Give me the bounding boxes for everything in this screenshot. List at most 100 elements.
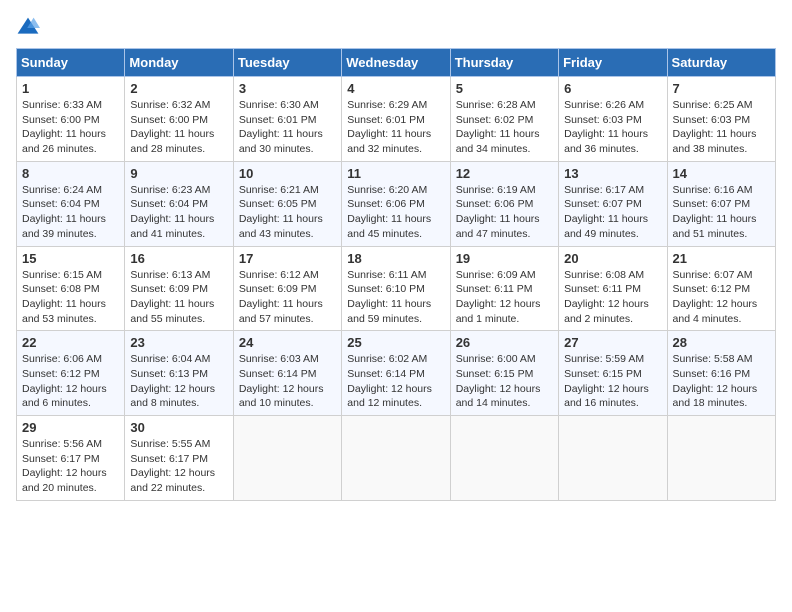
day-info: Sunrise: 6:29 AM Sunset: 6:01 PM Dayligh… <box>347 98 444 157</box>
calendar-week-row: 8 Sunrise: 6:24 AM Sunset: 6:04 PM Daylig… <box>17 161 776 246</box>
day-number: 27 <box>564 335 661 350</box>
calendar-cell: 8 Sunrise: 6:24 AM Sunset: 6:04 PM Daylig… <box>17 161 125 246</box>
day-number: 30 <box>130 420 227 435</box>
calendar-week-row: 22 Sunrise: 6:06 AM Sunset: 6:12 PM Dayli… <box>17 331 776 416</box>
calendar-cell: 21 Sunrise: 6:07 AM Sunset: 6:12 PM Dayli… <box>667 246 775 331</box>
day-number: 7 <box>673 81 770 96</box>
calendar-cell: 22 Sunrise: 6:06 AM Sunset: 6:12 PM Dayli… <box>17 331 125 416</box>
calendar-cell <box>342 416 450 501</box>
day-info: Sunrise: 6:19 AM Sunset: 6:06 PM Dayligh… <box>456 183 553 242</box>
day-number: 17 <box>239 251 336 266</box>
day-number: 1 <box>22 81 119 96</box>
calendar-cell: 28 Sunrise: 5:58 AM Sunset: 6:16 PM Dayli… <box>667 331 775 416</box>
page-header <box>16 16 776 40</box>
day-header-thursday: Thursday <box>450 49 558 77</box>
day-number: 28 <box>673 335 770 350</box>
day-info: Sunrise: 6:04 AM Sunset: 6:13 PM Dayligh… <box>130 352 227 411</box>
day-info: Sunrise: 6:09 AM Sunset: 6:11 PM Dayligh… <box>456 268 553 327</box>
day-info: Sunrise: 6:16 AM Sunset: 6:07 PM Dayligh… <box>673 183 770 242</box>
calendar-cell: 3 Sunrise: 6:30 AM Sunset: 6:01 PM Daylig… <box>233 77 341 162</box>
day-number: 2 <box>130 81 227 96</box>
calendar-cell: 2 Sunrise: 6:32 AM Sunset: 6:00 PM Daylig… <box>125 77 233 162</box>
calendar-cell: 19 Sunrise: 6:09 AM Sunset: 6:11 PM Dayli… <box>450 246 558 331</box>
calendar-cell: 20Sunrise: 6:08 AM Sunset: 6:11 PM Dayli… <box>559 246 667 331</box>
day-info: Sunrise: 6:20 AM Sunset: 6:06 PM Dayligh… <box>347 183 444 242</box>
day-number: 21 <box>673 251 770 266</box>
day-info: Sunrise: 5:56 AM Sunset: 6:17 PM Dayligh… <box>22 437 119 496</box>
calendar-cell: 26 Sunrise: 6:00 AM Sunset: 6:15 PM Dayli… <box>450 331 558 416</box>
calendar-cell: 17 Sunrise: 6:12 AM Sunset: 6:09 PM Dayli… <box>233 246 341 331</box>
calendar-week-row: 29Sunrise: 5:56 AM Sunset: 6:17 PM Dayli… <box>17 416 776 501</box>
calendar-cell: 29Sunrise: 5:56 AM Sunset: 6:17 PM Dayli… <box>17 416 125 501</box>
day-info: Sunrise: 6:13 AM Sunset: 6:09 PM Dayligh… <box>130 268 227 327</box>
calendar-cell <box>233 416 341 501</box>
calendar-cell: 25 Sunrise: 6:02 AM Sunset: 6:14 PM Dayli… <box>342 331 450 416</box>
day-info: Sunrise: 6:15 AM Sunset: 6:08 PM Dayligh… <box>22 268 119 327</box>
day-info: Sunrise: 6:32 AM Sunset: 6:00 PM Dayligh… <box>130 98 227 157</box>
day-info: Sunrise: 6:26 AM Sunset: 6:03 PM Dayligh… <box>564 98 661 157</box>
day-info: Sunrise: 6:07 AM Sunset: 6:12 PM Dayligh… <box>673 268 770 327</box>
calendar-cell: 4 Sunrise: 6:29 AM Sunset: 6:01 PM Daylig… <box>342 77 450 162</box>
day-number: 10 <box>239 166 336 181</box>
day-number: 25 <box>347 335 444 350</box>
logo <box>16 16 44 40</box>
day-info: Sunrise: 6:21 AM Sunset: 6:05 PM Dayligh… <box>239 183 336 242</box>
calendar-cell: 13 Sunrise: 6:17 AM Sunset: 6:07 PM Dayli… <box>559 161 667 246</box>
calendar-header-row: SundayMondayTuesdayWednesdayThursdayFrid… <box>17 49 776 77</box>
day-number: 3 <box>239 81 336 96</box>
calendar-cell: 30Sunrise: 5:55 AM Sunset: 6:17 PM Dayli… <box>125 416 233 501</box>
day-info: Sunrise: 6:25 AM Sunset: 6:03 PM Dayligh… <box>673 98 770 157</box>
calendar-cell: 10 Sunrise: 6:21 AM Sunset: 6:05 PM Dayli… <box>233 161 341 246</box>
day-number: 15 <box>22 251 119 266</box>
calendar-cell: 27 Sunrise: 5:59 AM Sunset: 6:15 PM Dayli… <box>559 331 667 416</box>
day-number: 5 <box>456 81 553 96</box>
day-number: 4 <box>347 81 444 96</box>
day-header-monday: Monday <box>125 49 233 77</box>
calendar-cell: 6Sunrise: 6:26 AM Sunset: 6:03 PM Daylig… <box>559 77 667 162</box>
day-info: Sunrise: 6:28 AM Sunset: 6:02 PM Dayligh… <box>456 98 553 157</box>
calendar-cell: 23 Sunrise: 6:04 AM Sunset: 6:13 PM Dayli… <box>125 331 233 416</box>
calendar-cell: 5 Sunrise: 6:28 AM Sunset: 6:02 PM Daylig… <box>450 77 558 162</box>
day-info: Sunrise: 6:03 AM Sunset: 6:14 PM Dayligh… <box>239 352 336 411</box>
calendar-cell: 9 Sunrise: 6:23 AM Sunset: 6:04 PM Daylig… <box>125 161 233 246</box>
calendar-cell <box>559 416 667 501</box>
day-info: Sunrise: 6:30 AM Sunset: 6:01 PM Dayligh… <box>239 98 336 157</box>
day-info: Sunrise: 6:02 AM Sunset: 6:14 PM Dayligh… <box>347 352 444 411</box>
day-number: 24 <box>239 335 336 350</box>
calendar-cell: 18 Sunrise: 6:11 AM Sunset: 6:10 PM Dayli… <box>342 246 450 331</box>
day-info: Sunrise: 6:17 AM Sunset: 6:07 PM Dayligh… <box>564 183 661 242</box>
day-header-sunday: Sunday <box>17 49 125 77</box>
calendar-cell: 14 Sunrise: 6:16 AM Sunset: 6:07 PM Dayli… <box>667 161 775 246</box>
logo-icon <box>16 16 40 40</box>
day-number: 14 <box>673 166 770 181</box>
calendar-cell <box>450 416 558 501</box>
calendar-cell: 16Sunrise: 6:13 AM Sunset: 6:09 PM Dayli… <box>125 246 233 331</box>
day-number: 9 <box>130 166 227 181</box>
day-info: Sunrise: 6:12 AM Sunset: 6:09 PM Dayligh… <box>239 268 336 327</box>
day-number: 18 <box>347 251 444 266</box>
calendar-cell <box>667 416 775 501</box>
calendar-table: SundayMondayTuesdayWednesdayThursdayFrid… <box>16 48 776 501</box>
day-number: 22 <box>22 335 119 350</box>
day-header-tuesday: Tuesday <box>233 49 341 77</box>
day-number: 12 <box>456 166 553 181</box>
day-info: Sunrise: 5:58 AM Sunset: 6:16 PM Dayligh… <box>673 352 770 411</box>
day-info: Sunrise: 6:06 AM Sunset: 6:12 PM Dayligh… <box>22 352 119 411</box>
calendar-cell: 24 Sunrise: 6:03 AM Sunset: 6:14 PM Dayli… <box>233 331 341 416</box>
day-number: 23 <box>130 335 227 350</box>
day-info: Sunrise: 5:59 AM Sunset: 6:15 PM Dayligh… <box>564 352 661 411</box>
day-number: 11 <box>347 166 444 181</box>
day-number: 26 <box>456 335 553 350</box>
day-info: Sunrise: 6:11 AM Sunset: 6:10 PM Dayligh… <box>347 268 444 327</box>
day-info: Sunrise: 6:23 AM Sunset: 6:04 PM Dayligh… <box>130 183 227 242</box>
day-info: Sunrise: 6:08 AM Sunset: 6:11 PM Dayligh… <box>564 268 661 327</box>
day-number: 19 <box>456 251 553 266</box>
day-info: Sunrise: 6:24 AM Sunset: 6:04 PM Dayligh… <box>22 183 119 242</box>
calendar-cell: 7 Sunrise: 6:25 AM Sunset: 6:03 PM Daylig… <box>667 77 775 162</box>
day-number: 8 <box>22 166 119 181</box>
day-number: 13 <box>564 166 661 181</box>
day-header-saturday: Saturday <box>667 49 775 77</box>
calendar-cell: 11 Sunrise: 6:20 AM Sunset: 6:06 PM Dayli… <box>342 161 450 246</box>
day-info: Sunrise: 6:00 AM Sunset: 6:15 PM Dayligh… <box>456 352 553 411</box>
day-header-wednesday: Wednesday <box>342 49 450 77</box>
